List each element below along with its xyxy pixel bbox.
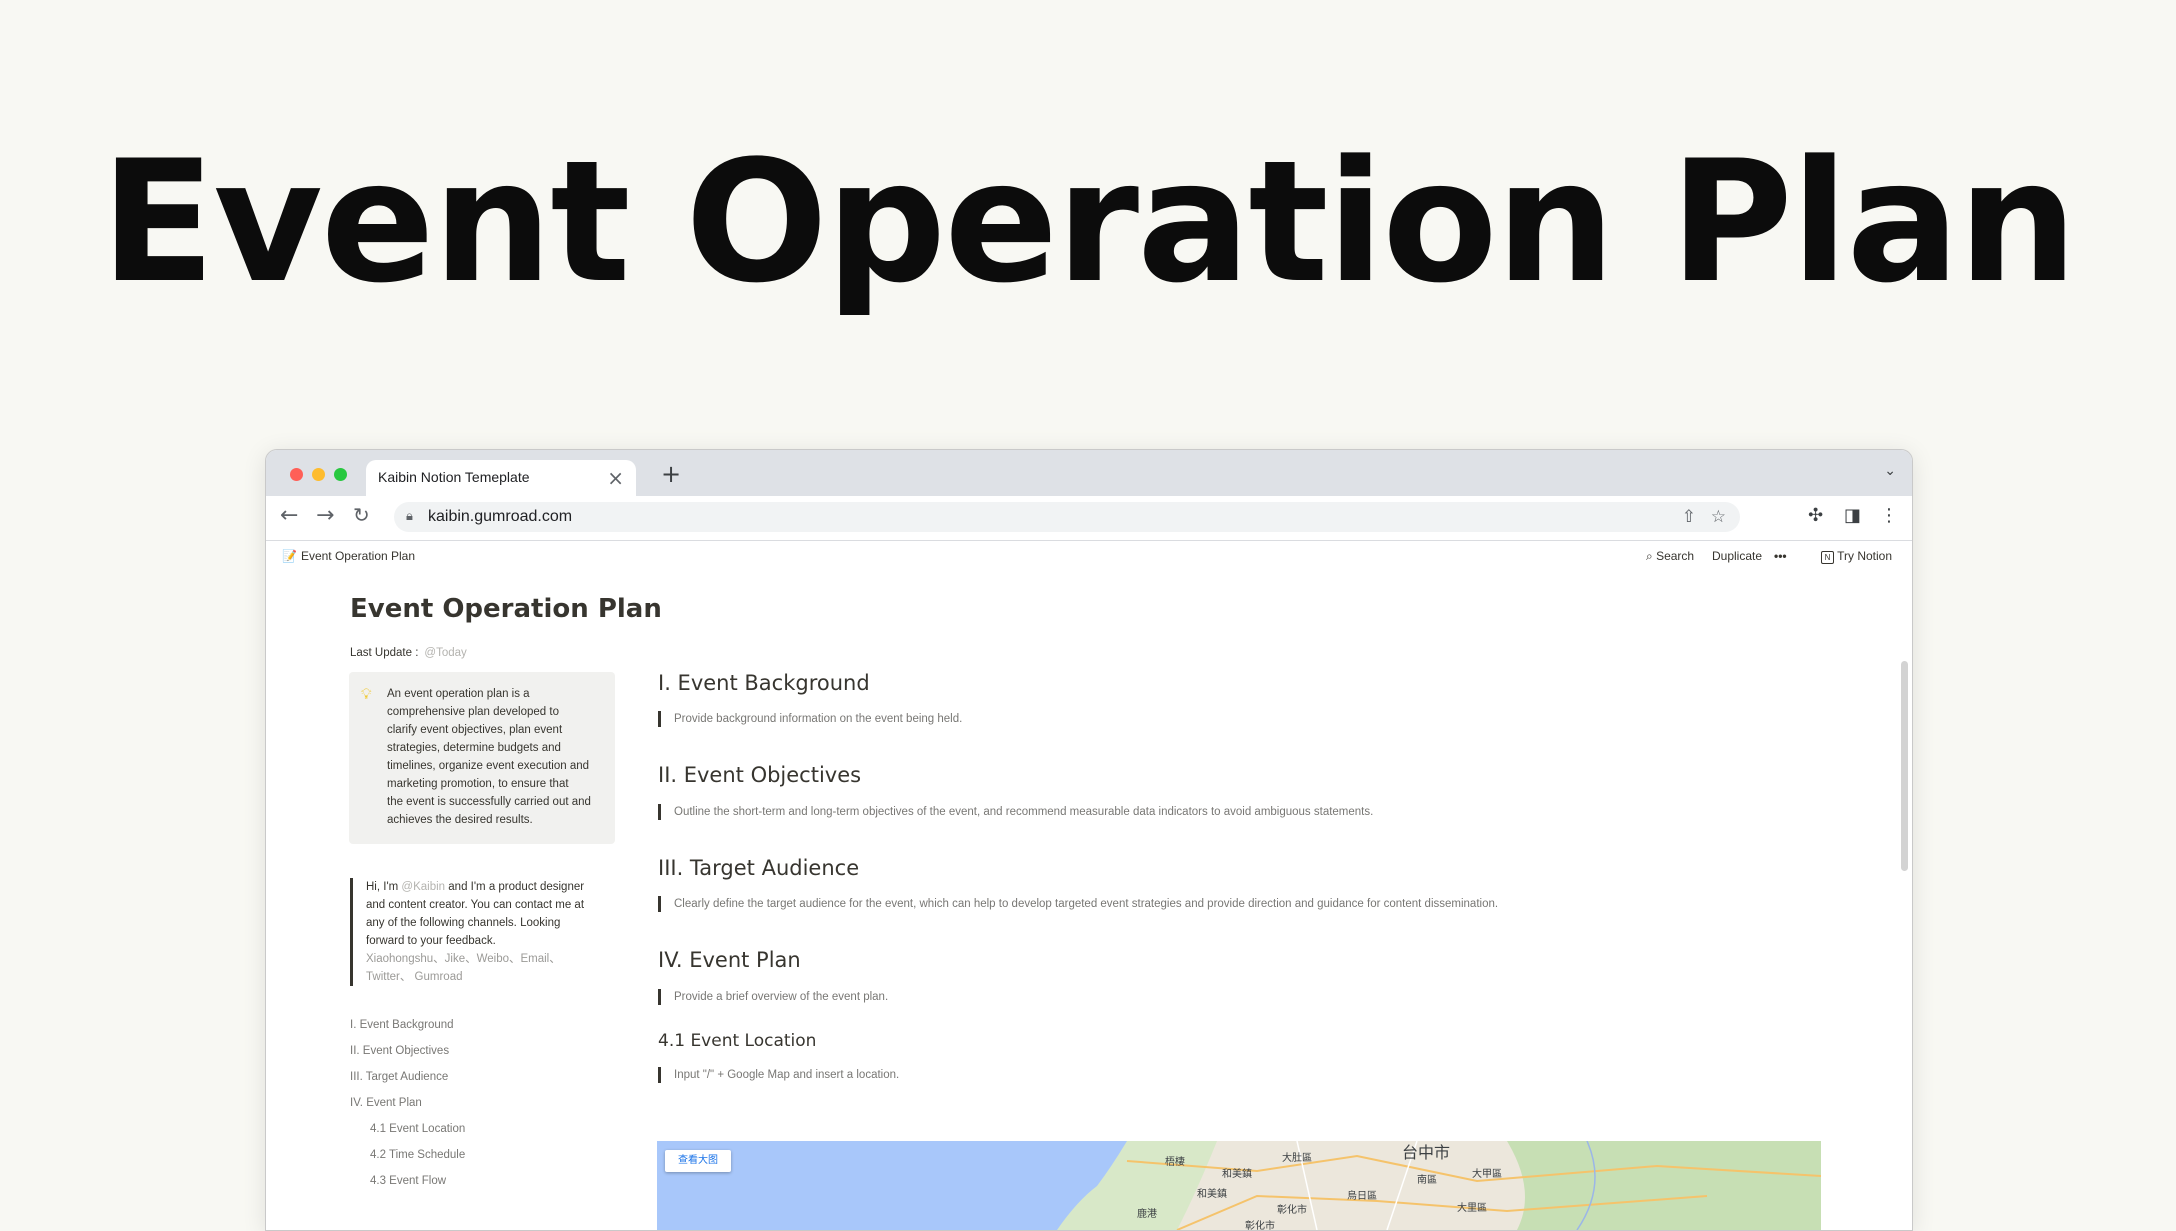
section-heading: IV. Event Plan [658, 948, 801, 972]
map-place-label: 大里區 [1457, 1203, 1487, 1214]
tab-title: Kaibin Notion Temeplate [378, 469, 530, 485]
close-window-button[interactable] [290, 468, 303, 481]
toc-item[interactable]: II. Event Objectives [350, 1045, 449, 1057]
section-description: Outline the short-term and long-term obj… [658, 804, 1373, 820]
breadcrumb[interactable]: 📝 Event Operation Plan [282, 549, 415, 563]
callout-line: the event is successfully carried out an… [387, 796, 591, 808]
side-panel-icon[interactable]: ◨ [1844, 505, 1861, 526]
map-place-label: 和美鎮 [1197, 1189, 1227, 1200]
close-icon[interactable]: × [607, 466, 624, 490]
intro-callout: 💡︎ An event operation plan is a comprehe… [349, 672, 615, 844]
author-mention[interactable]: @Kaibin [401, 881, 445, 893]
callout-line: clarify event objectives, plan event [387, 724, 563, 736]
browser-window: Kaibin Notion Temeplate × + ⌄ ← → ↻ 🔒︎ k… [265, 449, 1913, 1231]
callout-line: An event operation plan is a [387, 688, 530, 700]
section-description: Provide background information on the ev… [658, 711, 962, 727]
search-button[interactable]: ⌕ Search [1646, 549, 1694, 564]
duplicate-button[interactable]: Duplicate [1712, 549, 1762, 563]
search-label: Search [1656, 549, 1695, 563]
callout-text: An event operation plan is a comprehensi… [387, 685, 607, 829]
scrollbar-thumb[interactable] [1901, 661, 1908, 871]
toc-item[interactable]: 4.3 Event Flow [370, 1175, 446, 1187]
forward-arrow-icon[interactable]: → [316, 505, 334, 527]
map-terrain [1057, 1141, 1821, 1230]
try-notion-label: Try Notion [1837, 549, 1893, 563]
browser-toolbar: ← → ↻ 🔒︎ kaibin.gumroad.com ⇧ ☆ ✣ ◨ ⋮ [266, 496, 1912, 541]
google-map-embed[interactable]: 查看大图 梧棲 和美鎮 大肚區 台中市 南區 大甲區 和美鎮 烏日區 大里區 彰… [657, 1141, 1821, 1230]
author-quote: Hi, I'm @Kaibin and I'm a product design… [350, 878, 626, 986]
quote-text: Hi, I'm [366, 881, 402, 893]
map-place-label: 彰化市 [1277, 1205, 1307, 1216]
back-arrow-icon[interactable]: ← [280, 505, 298, 527]
section-heading: II. Event Objectives [658, 763, 862, 787]
breadcrumb-text: Event Operation Plan [300, 549, 416, 563]
chevron-down-icon[interactable]: ⌄ [1884, 463, 1896, 479]
toc-item[interactable]: 4.1 Event Location [370, 1123, 465, 1135]
callout-line: strategies, determine budgets and [387, 742, 561, 754]
toc-item[interactable]: IV. Event Plan [350, 1097, 422, 1109]
search-icon: ⌕ [1646, 549, 1653, 563]
lock-icon: 🔒︎ [406, 509, 413, 524]
map-place-label: 大甲區 [1472, 1169, 1502, 1180]
more-button[interactable]: ••• [1774, 549, 1787, 563]
last-update-label: Last Update : [350, 647, 419, 659]
hero-title: Event Operation Plan [100, 124, 2078, 320]
extensions-icon[interactable]: ✣ [1808, 505, 1823, 526]
section-description: Provide a brief overview of the event pl… [658, 989, 888, 1005]
map-place-label: 烏日區 [1347, 1191, 1377, 1202]
map-urban-area [1177, 1141, 1557, 1230]
quote-text: and I'm a product designer [445, 881, 585, 893]
map-place-label: 梧棲 [1165, 1157, 1185, 1168]
quote-line: Hi, I'm @Kaibin and I'm a product design… [366, 878, 626, 896]
browser-tab[interactable]: Kaibin Notion Temeplate × [366, 460, 636, 496]
quote-line: and content creator. You can contact me … [366, 899, 585, 911]
quote-line: any of the following channels. Looking [366, 917, 561, 929]
page-title: Event Operation Plan [350, 594, 662, 624]
last-update-property: Last Update : @Today [350, 647, 467, 659]
contact-links[interactable]: Twitter、 Gumroad [366, 968, 626, 986]
callout-line: timelines, organize event execution and [387, 760, 590, 772]
menu-kebab-icon[interactable]: ⋮ [1880, 505, 1898, 526]
section-heading: I. Event Background [658, 671, 870, 695]
memo-icon: 📝 [282, 549, 297, 563]
map-place-label: 鹿港 [1137, 1209, 1157, 1220]
section-description: Clearly define the target audience for t… [658, 896, 1498, 912]
notion-page: 📝 Event Operation Plan ⌕ Search Duplicate… [266, 541, 1912, 1230]
map-place-label: 彰化市 [1245, 1221, 1275, 1230]
contact-links[interactable]: Xiaohongshu、Jike、Weibo、Email、 [366, 950, 626, 968]
map-place-label: 南區 [1417, 1175, 1437, 1186]
share-icon[interactable]: ⇧ [1682, 507, 1696, 527]
new-tab-icon[interactable]: + [661, 460, 681, 488]
minimize-window-button[interactable] [312, 468, 325, 481]
notion-topbar: 📝 Event Operation Plan ⌕ Search Duplicate… [266, 541, 1912, 571]
map-place-label: 台中市 [1402, 1143, 1451, 1162]
callout-line: comprehensive plan developed to [387, 706, 559, 718]
subsection-heading: 4.1 Event Location [658, 1031, 817, 1051]
map-place-label: 和美鎮 [1222, 1169, 1252, 1180]
section-description: Input "/" + Google Map and insert a loca… [658, 1067, 899, 1083]
lightbulb-icon: 💡︎ [361, 685, 372, 703]
reload-icon[interactable]: ↻ [353, 505, 370, 525]
quote-line: forward to your feedback. [366, 935, 496, 947]
url-text[interactable]: kaibin.gumroad.com [428, 508, 572, 526]
try-notion-button[interactable]: N Try Notion [1821, 549, 1892, 564]
callout-line: achieves the desired results. [387, 814, 533, 826]
last-update-value[interactable]: @Today [424, 647, 466, 659]
star-icon[interactable]: ☆ [1711, 507, 1726, 527]
address-bar[interactable]: 🔒︎ kaibin.gumroad.com ⇧ ☆ [394, 502, 1740, 532]
toc-item[interactable]: III. Target Audience [350, 1071, 448, 1083]
map-hills [1507, 1141, 1821, 1230]
toc-item[interactable]: 4.2 Time Schedule [370, 1149, 465, 1161]
maximize-window-button[interactable] [334, 468, 347, 481]
notion-logo-icon: N [1821, 551, 1834, 564]
toc-item[interactable]: I. Event Background [350, 1019, 454, 1031]
tab-bar: Kaibin Notion Temeplate × + ⌄ [266, 450, 1912, 496]
callout-line: marketing promotion, to ensure that [387, 778, 569, 790]
view-larger-map-button[interactable]: 查看大图 [665, 1150, 731, 1172]
section-heading: III. Target Audience [658, 856, 860, 880]
map-place-label: 大肚區 [1282, 1153, 1312, 1164]
